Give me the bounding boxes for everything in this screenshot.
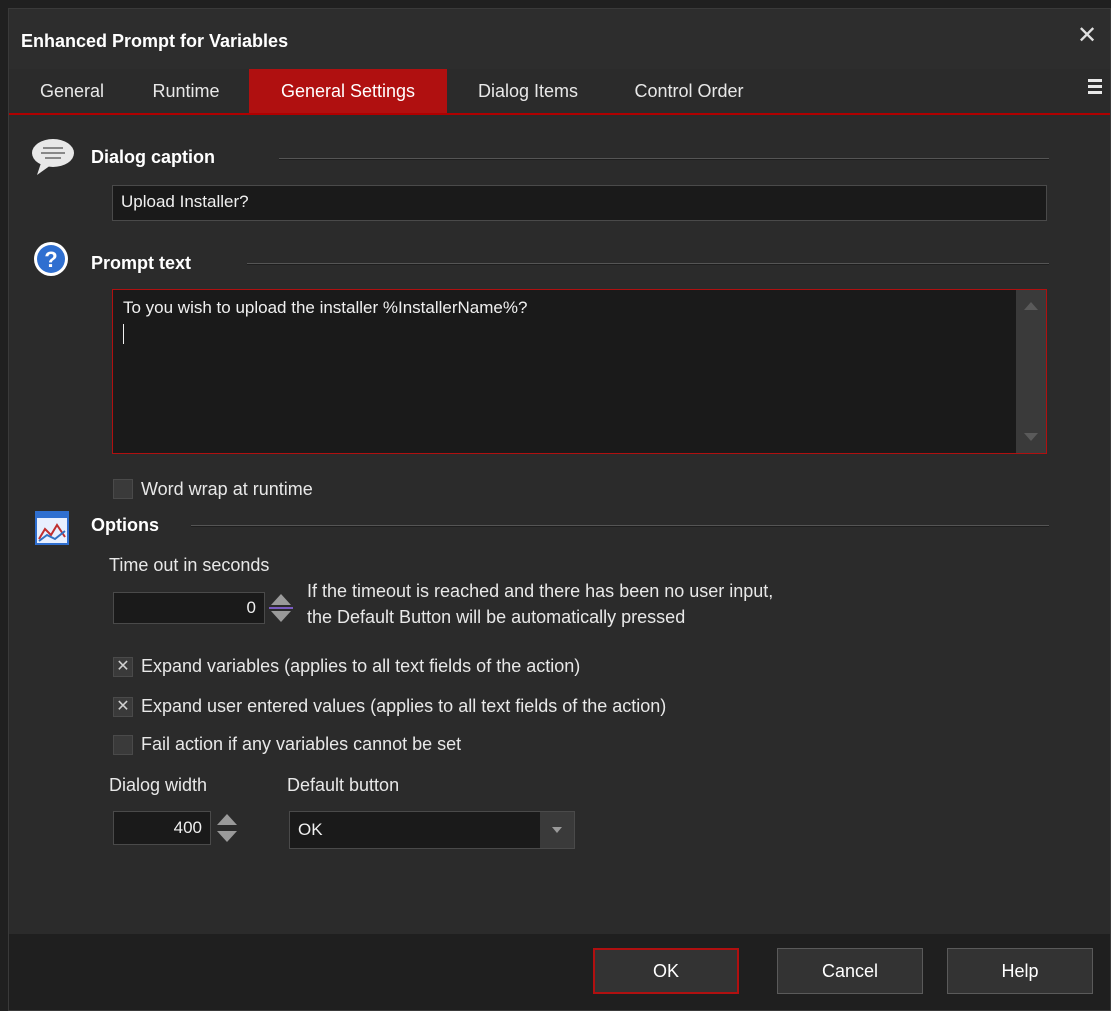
section-divider: [247, 263, 1049, 265]
expand-user-values-checkbox[interactable]: ✕: [113, 697, 133, 717]
tab-control-order[interactable]: Control Order: [611, 69, 767, 113]
prompt-text-value: To you wish to upload the installer %Ins…: [123, 298, 528, 317]
tab-general-settings[interactable]: General Settings: [249, 69, 447, 113]
word-wrap-label: Word wrap at runtime: [141, 479, 313, 499]
tab-general[interactable]: General: [23, 69, 121, 113]
cancel-button[interactable]: Cancel: [777, 948, 923, 994]
prompt-text-heading: Prompt text: [91, 253, 192, 273]
window-title: Enhanced Prompt for Variables: [21, 31, 289, 51]
timeout-input[interactable]: 0: [113, 592, 265, 624]
dialog-caption-heading: Dialog caption: [91, 147, 216, 167]
scroll-up-icon[interactable]: [1024, 302, 1038, 310]
close-icon[interactable]: ✕: [1074, 23, 1100, 49]
question-icon: ?: [34, 242, 68, 276]
prompt-text-area[interactable]: To you wish to upload the installer %Ins…: [112, 289, 1047, 454]
dialog-window: Enhanced Prompt for Variables ✕ General …: [8, 8, 1111, 1011]
section-divider: [191, 525, 1049, 527]
vertical-scrollbar[interactable]: [1016, 290, 1046, 453]
speech-bubble-icon: [32, 139, 74, 175]
section-divider: [279, 158, 1049, 160]
timeout-hint-line1: If the timeout is reached and there has …: [307, 581, 774, 601]
tab-overflow-menu-icon[interactable]: [1088, 79, 1102, 99]
dialog-caption-input[interactable]: Upload Installer?: [112, 185, 1047, 221]
spin-divider: [269, 607, 293, 609]
fail-action-checkbox[interactable]: [113, 735, 133, 755]
spin-down-icon[interactable]: [271, 611, 291, 622]
timeout-label: Time out in seconds: [109, 555, 270, 575]
expand-variables-label: Expand variables (applies to all text fi…: [141, 656, 581, 676]
chart-icon: [35, 511, 69, 545]
options-heading: Options: [91, 515, 159, 535]
scroll-down-icon[interactable]: [1024, 433, 1038, 441]
word-wrap-checkbox[interactable]: [113, 479, 133, 499]
default-button-select[interactable]: OK: [289, 811, 575, 849]
help-button[interactable]: Help: [947, 948, 1093, 994]
spin-up-icon[interactable]: [271, 594, 291, 605]
text-caret: [123, 324, 124, 344]
timeout-spinner[interactable]: [269, 592, 293, 624]
svg-text:?: ?: [44, 247, 57, 272]
default-button-label: Default button: [287, 775, 400, 795]
dialog-width-input[interactable]: 400: [113, 811, 211, 845]
tab-strip: General Runtime General Settings Dialog …: [9, 69, 1110, 115]
tab-dialog-items[interactable]: Dialog Items: [449, 69, 607, 113]
ok-button[interactable]: OK: [593, 948, 739, 994]
button-bar: OK Cancel Help: [9, 934, 1110, 1010]
spin-up-icon[interactable]: [217, 814, 237, 825]
expand-user-values-label: Expand user entered values (applies to a…: [141, 696, 667, 716]
dialog-width-label: Dialog width: [109, 775, 208, 795]
dialog-width-spinner[interactable]: [215, 812, 239, 844]
dropdown-arrow-icon[interactable]: [540, 812, 574, 848]
tab-runtime[interactable]: Runtime: [133, 69, 239, 113]
spin-down-icon[interactable]: [217, 831, 237, 842]
fail-action-label: Fail action if any variables cannot be s…: [141, 734, 462, 754]
title-bar: Enhanced Prompt for Variables ✕: [9, 9, 1110, 69]
expand-variables-checkbox[interactable]: ✕: [113, 657, 133, 677]
default-button-value: OK: [298, 820, 323, 839]
timeout-hint-line2: the Default Button will be automatically…: [307, 607, 686, 627]
